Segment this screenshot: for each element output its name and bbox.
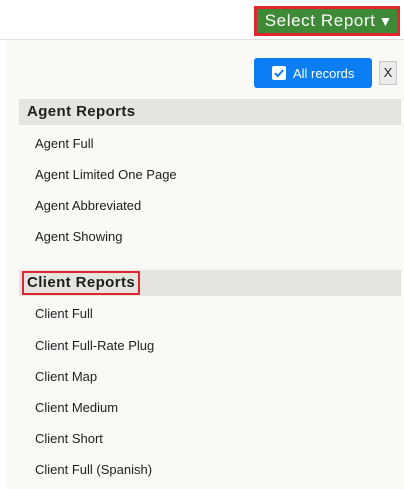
report-selector-page: Select Report ▼ All records X Agent Repo… (0, 0, 404, 489)
top-bar: Select Report ▼ (0, 0, 404, 38)
agent-reports-title: Agent Reports (27, 103, 136, 120)
close-button[interactable]: X (379, 61, 397, 85)
all-records-label: All records (293, 65, 355, 81)
report-menu-panel: All records X Agent Reports Agent Full A… (6, 40, 404, 489)
all-records-toggle[interactable]: All records (254, 58, 372, 88)
select-report-label: Select Report (264, 11, 376, 30)
menu-item-client-full-spanish[interactable]: Client Full (Spanish) (35, 462, 152, 478)
agent-reports-header: Agent Reports (19, 99, 401, 125)
menu-item-agent-showing[interactable]: Agent Showing (35, 229, 122, 245)
menu-item-agent-abbreviated[interactable]: Agent Abbreviated (35, 198, 141, 214)
menu-item-agent-full[interactable]: Agent Full (35, 136, 94, 152)
menu-item-client-full-rate-plug[interactable]: Client Full-Rate Plug (35, 338, 154, 354)
client-reports-header: Client Reports (19, 270, 401, 296)
menu-item-client-medium[interactable]: Client Medium (35, 400, 118, 416)
select-report-button[interactable]: Select Report ▼ (253, 6, 400, 36)
report-toolbar: All records X (6, 40, 404, 94)
menu-item-client-short[interactable]: Client Short (35, 431, 103, 447)
caret-down-icon: ▼ (378, 13, 393, 29)
menu-item-client-map[interactable]: Client Map (35, 369, 97, 385)
checkbox-checked-icon[interactable] (272, 66, 286, 80)
menu-item-client-full[interactable]: Client Full (35, 306, 93, 322)
menu-item-agent-limited-one-page[interactable]: Agent Limited One Page (35, 167, 177, 183)
client-reports-title: Client Reports (22, 271, 141, 295)
